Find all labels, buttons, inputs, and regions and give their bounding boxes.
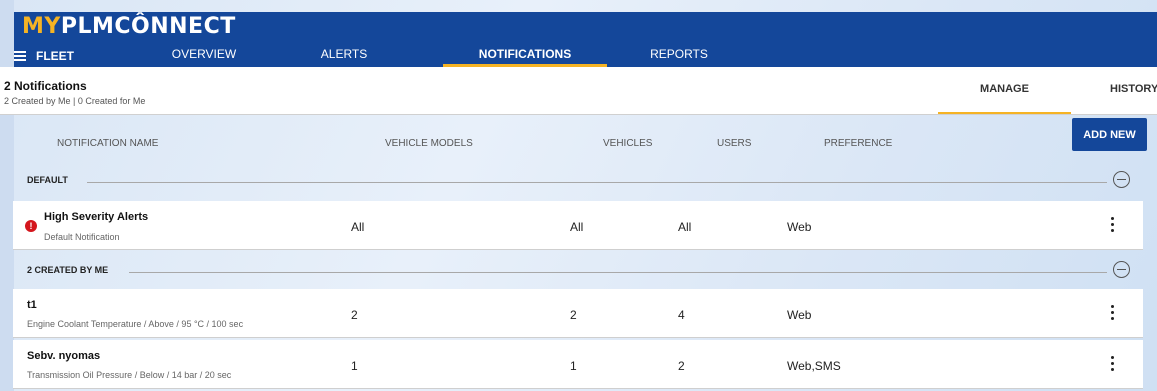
add-new-button[interactable]: ADD NEW — [1072, 118, 1147, 151]
row-menu-icon[interactable] — [1111, 356, 1115, 372]
table-header: NOTIFICATION NAME VEHICLE MODELS VEHICLE… — [40, 115, 1147, 170]
column-header-vehicle-models: VEHICLE MODELS — [385, 138, 473, 149]
notifications-table: NOTIFICATION NAME VEHICLE MODELS VEHICLE… — [13, 115, 1147, 391]
notification-description: Transmission Oil Pressure / Below / 14 b… — [27, 370, 232, 380]
table-row[interactable]: ! High Severity Alerts Default Notificat… — [13, 201, 1143, 250]
fleet-label: FLEET — [36, 48, 74, 63]
vehicles-value: All — [570, 220, 584, 234]
table-row[interactable]: t1 Engine Coolant Temperature / Above / … — [13, 289, 1143, 338]
tab-history[interactable]: HISTORY — [1110, 67, 1157, 115]
notification-name: t1 — [27, 299, 37, 311]
row-menu-icon[interactable] — [1111, 217, 1115, 233]
vehicles-value: 2 — [570, 308, 577, 322]
vehicle-models-value: 2 — [351, 308, 358, 322]
notification-name: High Severity Alerts — [44, 211, 149, 223]
preference-value: Web,SMS — [787, 359, 841, 373]
tab-reports[interactable]: REPORTS — [644, 44, 714, 67]
app-logo[interactable]: MYPLMCÔNNECT — [22, 14, 236, 39]
page-title: 2 Notifications — [4, 79, 87, 93]
users-value: 2 — [678, 359, 685, 373]
app-header: MYPLMCÔNNECT FLEET OVERVIEW ALERTS NOTIF… — [14, 12, 1157, 67]
hamburger-menu-icon — [14, 50, 28, 61]
vehicles-value: 1 — [570, 359, 577, 373]
tab-notifications[interactable]: NOTIFICATIONS — [443, 44, 607, 67]
preference-value: Web — [787, 308, 812, 322]
exclamation-icon: ! — [25, 220, 37, 232]
tab-alerts[interactable]: ALERTS — [314, 44, 374, 67]
tab-overview[interactable]: OVERVIEW — [164, 44, 244, 67]
fleet-menu-button[interactable]: FLEET — [14, 44, 74, 67]
users-value: All — [678, 220, 692, 234]
column-header-name: NOTIFICATION NAME — [57, 138, 159, 149]
main-nav: FLEET OVERVIEW ALERTS NOTIFICATIONS REPO… — [14, 44, 1157, 67]
tab-manage[interactable]: MANAGE — [938, 67, 1071, 115]
notification-name: Sebv. nyomas — [27, 350, 101, 362]
section-header-created-by-me: 2 CREATED BY ME — [27, 261, 1147, 283]
preference-value: Web — [787, 220, 812, 234]
section-label: DEFAULT — [27, 175, 68, 185]
row-menu-icon[interactable] — [1111, 305, 1115, 321]
notification-description: Engine Coolant Temperature / Above / 95 … — [27, 319, 244, 329]
left-margin — [0, 0, 14, 391]
vehicle-models-value: 1 — [351, 359, 358, 373]
section-divider — [129, 272, 1107, 273]
column-header-preference: PREFERENCE — [824, 138, 893, 149]
collapse-section-icon[interactable] — [1113, 261, 1130, 278]
column-header-users: USERS — [717, 138, 752, 149]
section-divider — [87, 182, 1107, 183]
notification-description: Default Notification — [44, 232, 120, 242]
collapse-section-icon[interactable] — [1113, 171, 1130, 188]
page-subheader: 2 Notifications 2 Created by Me | 0 Crea… — [0, 67, 1157, 115]
vehicle-models-value: All — [351, 220, 365, 234]
section-header-default: DEFAULT — [27, 171, 1147, 193]
users-value: 4 — [678, 308, 685, 322]
column-header-vehicles: VEHICLES — [603, 138, 653, 149]
table-row[interactable]: Sebv. nyomas Transmission Oil Pressure /… — [13, 340, 1143, 389]
section-label: 2 CREATED BY ME — [27, 265, 109, 275]
page-subtitle: 2 Created by Me | 0 Created for Me — [4, 96, 146, 106]
